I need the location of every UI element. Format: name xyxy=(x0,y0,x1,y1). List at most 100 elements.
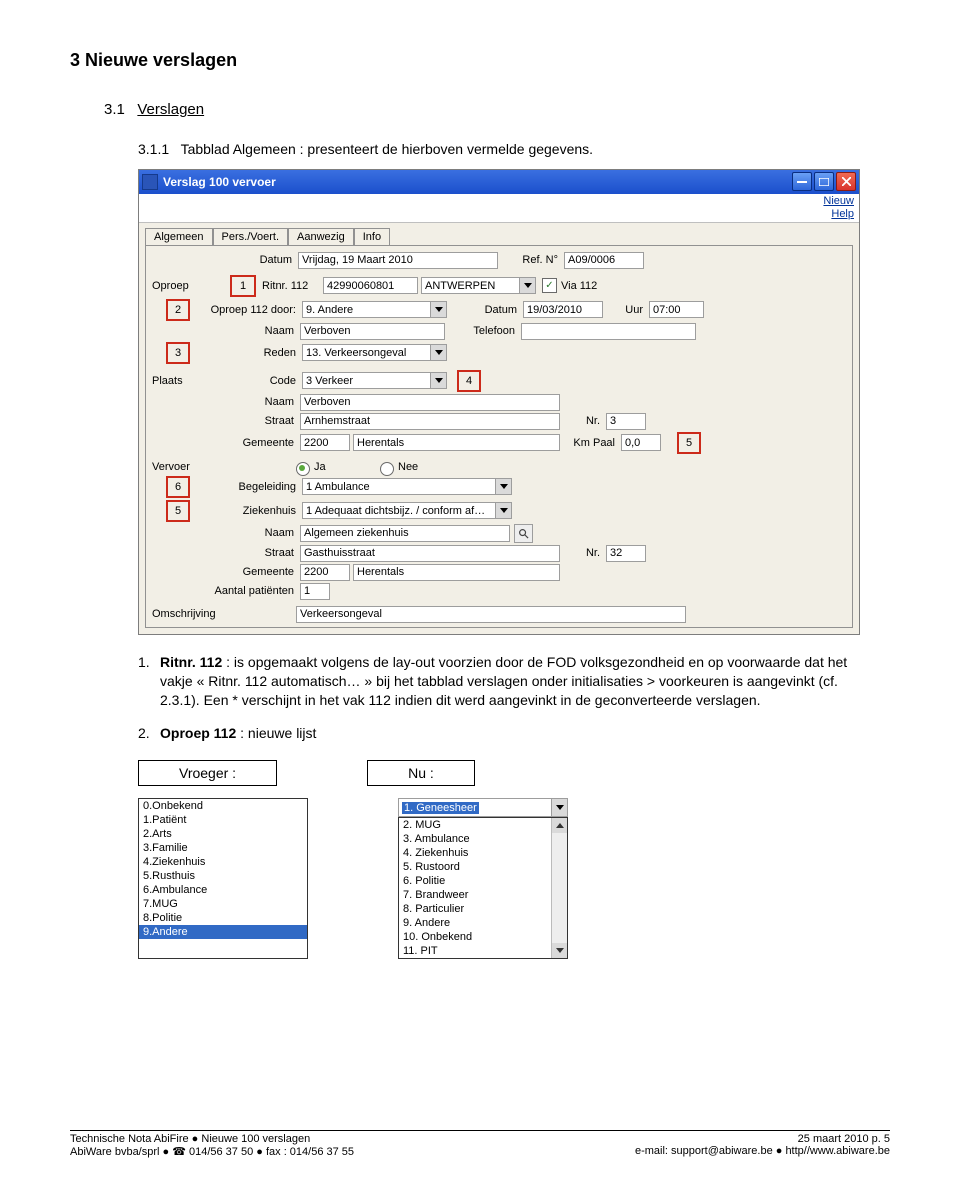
plaats-naam-field[interactable]: Verboven xyxy=(300,394,560,411)
window-menubar: Nieuw Help xyxy=(139,194,859,223)
refn-field[interactable]: A09/0006 xyxy=(564,252,644,269)
scroll-up-icon[interactable] xyxy=(552,818,567,833)
vervoer-naam-field[interactable]: Algemeen ziekenhuis xyxy=(300,525,510,542)
vervoer-gemeente-zip[interactable]: 2200 xyxy=(300,564,350,581)
chevron-down-icon xyxy=(495,503,511,518)
num-1: 1. xyxy=(138,653,160,710)
list-item[interactable]: 4.Ziekenhuis xyxy=(139,855,307,869)
callout-1: 1 xyxy=(230,275,256,297)
list-item[interactable]: 3.Familie xyxy=(139,841,307,855)
list-item[interactable]: 2.Arts xyxy=(139,827,307,841)
via112-checkbox[interactable]: ✓ xyxy=(542,278,557,293)
plaats-kmpaal-field[interactable]: 0,0 xyxy=(621,434,661,451)
list-item[interactable]: 10. Onbekend xyxy=(399,930,551,944)
section-plaats-label: Plaats xyxy=(152,375,230,387)
callout-4: 4 xyxy=(457,370,481,392)
intro-num: 3.1.1 xyxy=(138,141,169,157)
oproep-naam-label: Naam xyxy=(152,325,300,337)
plaats-straat-field[interactable]: Arnhemstraat xyxy=(300,413,560,430)
begeleiding-label: Begeleiding xyxy=(196,481,302,493)
omschrijving-field[interactable]: Verkeersongeval xyxy=(296,606,686,623)
window-minimize-button[interactable] xyxy=(792,172,812,191)
ziekenhuis-select[interactable]: 1 Adequaat dichtsbijz. / conform af… xyxy=(302,502,512,519)
plaats-gemeente-zip[interactable]: 2200 xyxy=(300,434,350,451)
vervoer-radio-ja[interactable] xyxy=(296,462,310,476)
list-item[interactable]: 4. Ziekenhuis xyxy=(399,846,551,860)
oproep-naam-field[interactable]: Verboven xyxy=(300,323,445,340)
list-item[interactable]: 9. Andere xyxy=(399,916,551,930)
oproep-datum-field[interactable]: 19/03/2010 xyxy=(523,301,603,318)
phone-icon: ☎ xyxy=(172,1146,186,1158)
list-item[interactable]: 8. Particulier xyxy=(399,902,551,916)
list-item[interactable]: 5. Rustoord xyxy=(399,860,551,874)
aantal-pat-field[interactable]: 1 xyxy=(300,583,330,600)
ritnr-gemeente-select[interactable]: ANTWERPEN xyxy=(421,277,536,294)
footer-left-2b: 014/56 37 50 ● fax : 014/56 37 55 xyxy=(189,1146,354,1158)
list-item[interactable]: 8.Politie xyxy=(139,911,307,925)
list-item[interactable]: 7.MUG xyxy=(139,897,307,911)
datum-label: Datum xyxy=(152,254,298,266)
callout-3: 3 xyxy=(166,342,190,364)
listbox-nu[interactable]: 2. MUG 3. Ambulance 4. Ziekenhuis 5. Rus… xyxy=(398,817,568,959)
list-item[interactable]: 2. MUG xyxy=(399,818,551,832)
window-app-icon xyxy=(142,174,158,190)
vroeger-label-box: Vroeger : xyxy=(138,760,277,786)
listbox-vroeger[interactable]: 0.Onbekend 1.Patiënt 2.Arts 3.Familie 4.… xyxy=(138,798,308,959)
reden-label: Reden xyxy=(196,347,302,359)
section-omschrijving-label: Omschrijving xyxy=(152,608,296,620)
window-maximize-button[interactable] xyxy=(814,172,834,191)
begeleiding-select[interactable]: 1 Ambulance xyxy=(302,478,512,495)
plaats-kmpaal-label: Km Paal xyxy=(560,437,621,449)
oproep-uur-field[interactable]: 07:00 xyxy=(649,301,704,318)
list-item[interactable]: 11. PIT xyxy=(399,944,551,958)
plaats-code-select[interactable]: 3 Verkeer xyxy=(302,372,447,389)
list-item[interactable]: 7. Brandweer xyxy=(399,888,551,902)
plaats-gemeente-field[interactable]: Herentals xyxy=(353,434,560,451)
reden-select[interactable]: 13. Verkeersongeval xyxy=(302,344,447,361)
list-item-selected[interactable]: 9.Andere xyxy=(139,925,307,939)
vervoer-radio-nee[interactable] xyxy=(380,462,394,476)
tab-aanwezig[interactable]: Aanwezig xyxy=(288,228,354,245)
ritnr-field[interactable]: 42990060801 xyxy=(323,277,418,294)
nu-label-box: Nu : xyxy=(367,760,475,786)
list-item[interactable]: 0.Onbekend xyxy=(139,799,307,813)
nu-selected-value[interactable]: 1. Geneesheer xyxy=(398,798,568,817)
chevron-down-icon xyxy=(430,373,446,388)
vervoer-nr-field[interactable]: 32 xyxy=(606,545,646,562)
window-close-button[interactable] xyxy=(836,172,856,191)
chevron-down-icon xyxy=(551,799,567,816)
ritnr-label: Ritnr. 112 xyxy=(262,280,323,292)
list-item[interactable]: 6. Politie xyxy=(399,874,551,888)
num-2: 2. xyxy=(138,724,160,743)
callout-2: 2 xyxy=(166,299,190,321)
list-item[interactable]: 6.Ambulance xyxy=(139,883,307,897)
menu-nieuw[interactable]: Nieuw xyxy=(144,195,854,208)
scroll-down-icon[interactable] xyxy=(552,943,567,958)
screenshot-window: Verslag 100 vervoer Nieuw Help Algemeen … xyxy=(138,169,860,635)
datum-field[interactable]: Vrijdag, 19 Maart 2010 xyxy=(298,252,498,269)
aantal-pat-label: Aantal patiënten xyxy=(152,585,300,597)
menu-help[interactable]: Help xyxy=(144,208,854,221)
oproep-telefoon-field[interactable] xyxy=(521,323,696,340)
list-item[interactable]: 5.Rusthuis xyxy=(139,869,307,883)
scroll-track[interactable] xyxy=(552,833,567,943)
oproep112-label: Oproep 112 door: xyxy=(196,304,302,316)
list-item[interactable]: 1.Patiënt xyxy=(139,813,307,827)
heading-subsection-num: 3.1 xyxy=(104,101,125,118)
plaats-nr-field[interactable]: 3 xyxy=(606,413,646,430)
plaats-nr-label: Nr. xyxy=(560,415,606,427)
plaats-straat-label: Straat xyxy=(152,415,300,427)
tab-pers-voert[interactable]: Pers./Voert. xyxy=(213,228,288,245)
search-icon[interactable] xyxy=(514,524,533,543)
listbox-scrollbar[interactable] xyxy=(551,818,567,958)
list-item[interactable]: 3. Ambulance xyxy=(399,832,551,846)
tab-algemeen[interactable]: Algemeen xyxy=(145,228,213,245)
heading-section: 3 Nieuwe verslagen xyxy=(70,50,890,71)
footer-left-1: Technische Nota AbiFire ● Nieuwe 100 ver… xyxy=(70,1133,354,1145)
vervoer-gemeente-label: Gemeente xyxy=(152,566,300,578)
tab-info[interactable]: Info xyxy=(354,228,390,245)
vervoer-straat-field[interactable]: Gasthuisstraat xyxy=(300,545,560,562)
vervoer-gemeente-field[interactable]: Herentals xyxy=(353,564,560,581)
oproep112-select[interactable]: 9. Andere xyxy=(302,301,447,318)
window-title: Verslag 100 vervoer xyxy=(163,175,790,189)
